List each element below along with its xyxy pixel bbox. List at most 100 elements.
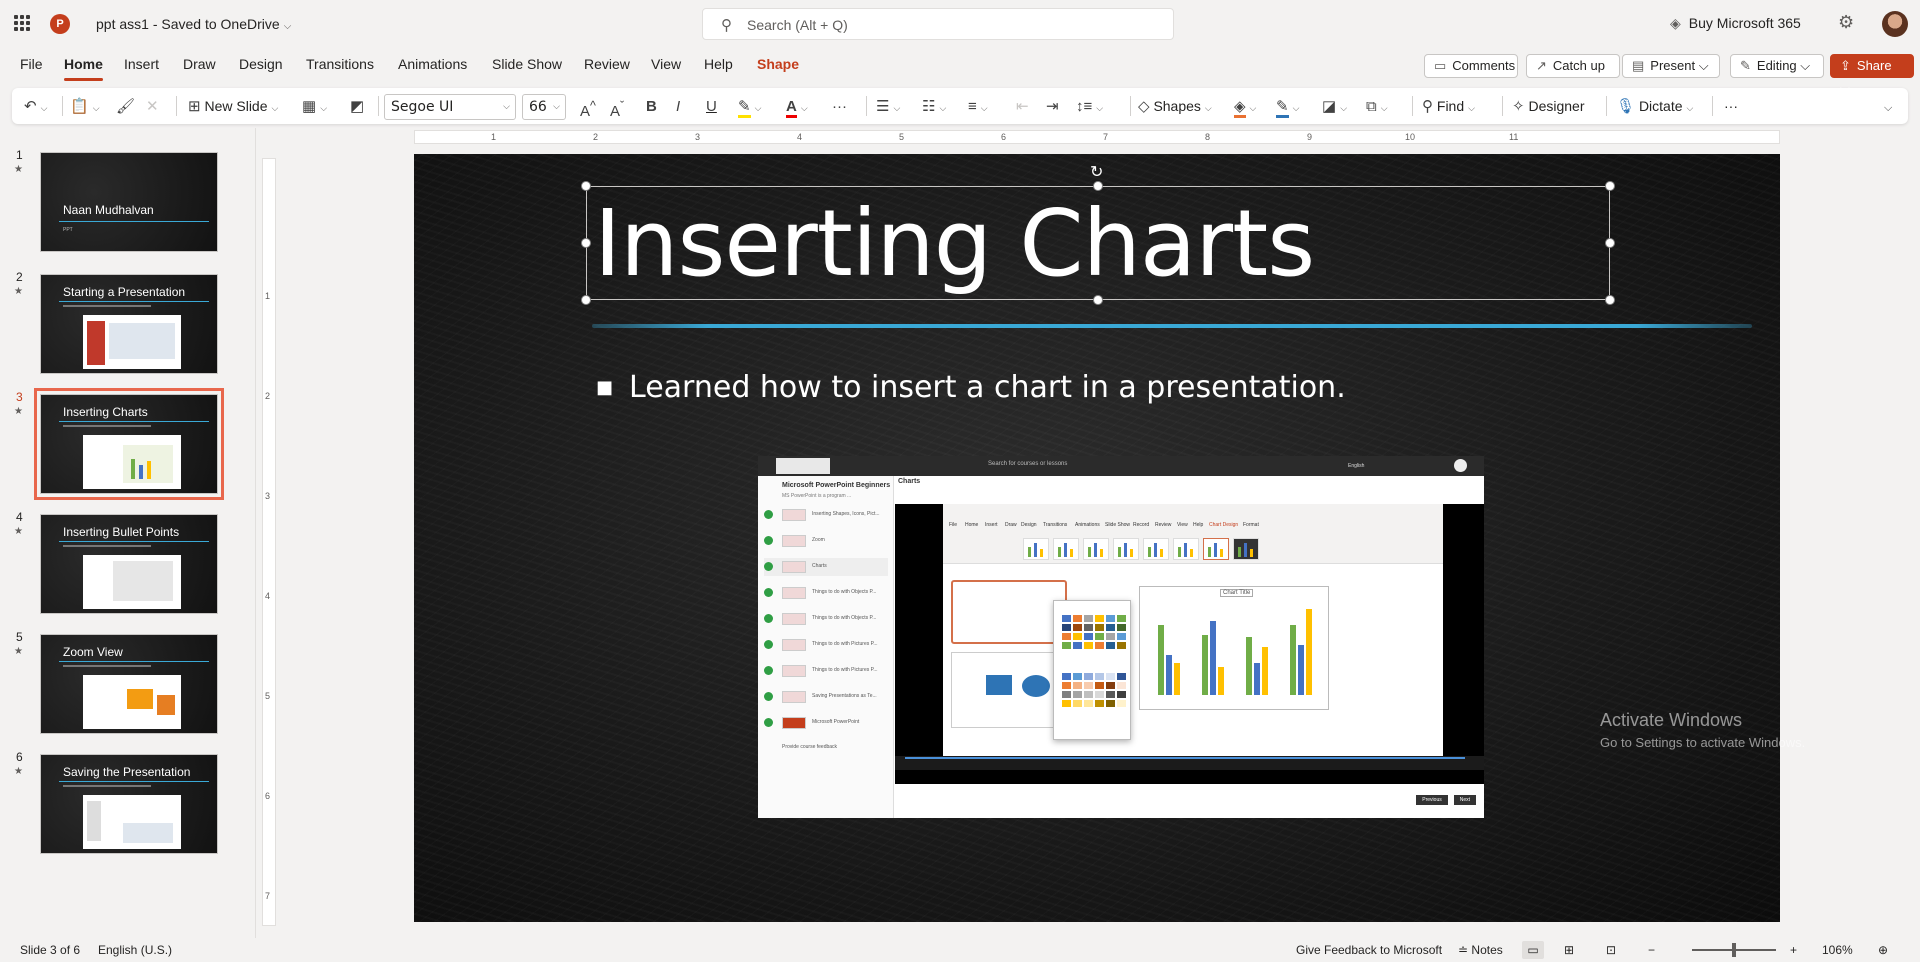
italic-button[interactable]: I (676, 94, 680, 118)
delete-button[interactable]: ✕ (146, 94, 159, 118)
separator (1502, 96, 1503, 116)
present-button[interactable]: ▤ Present ⌵ (1622, 54, 1720, 78)
embedded-screenshot-image[interactable]: Search for courses or lessons English Mi… (758, 456, 1484, 818)
tab-design[interactable]: Design (239, 56, 283, 72)
language-indicator[interactable]: English (U.S.) (98, 943, 172, 957)
comments-button[interactable]: ▭ Comments (1424, 54, 1518, 78)
avatar[interactable] (1882, 11, 1908, 37)
resize-handle[interactable] (581, 181, 591, 191)
slide-thumbnail-1[interactable]: Naan Mudhalvan PPT (40, 152, 218, 252)
tab-review[interactable]: Review (584, 56, 630, 72)
shape-fill-button[interactable]: ◈ ⌵ (1234, 94, 1256, 118)
editing-mode-button[interactable]: ✎ Editing ⌵ (1730, 54, 1824, 78)
embedded-tab: Insert (985, 522, 998, 528)
arrange-button[interactable]: ⧉ ⌵ (1366, 94, 1388, 118)
bullets-button[interactable]: ☰ ⌵ (876, 94, 900, 118)
pencil-icon: ✎ (1740, 58, 1751, 73)
resize-handle[interactable] (1605, 181, 1615, 191)
tab-insert[interactable]: Insert (124, 56, 159, 72)
tab-draw[interactable]: Draw (183, 56, 216, 72)
tab-shape[interactable]: Shape (757, 56, 799, 72)
ruler-mark: 6 (265, 791, 271, 801)
document-name[interactable]: ppt ass1 - Saved to OneDrive ⌵ (96, 16, 291, 32)
slide-number: 1 (16, 148, 23, 162)
highlight-button[interactable]: ✎ ⌵ (738, 94, 761, 118)
layout-button[interactable]: ▦ ⌵ (302, 94, 327, 118)
thumb-image (83, 675, 181, 729)
shapes-button[interactable]: ◇ Shapes ⌵ (1138, 94, 1212, 118)
numbering-button[interactable]: ☷ ⌵ (922, 94, 946, 118)
designer-button[interactable]: ✧ Designer (1512, 94, 1585, 118)
share-button[interactable]: ⇪Share ⌵ (1830, 54, 1914, 95)
dictate-button[interactable]: 🎙 Dictate ⌵ (1616, 94, 1693, 118)
reading-view-icon[interactable]: ⊡ (1606, 943, 1616, 957)
new-slide-button[interactable]: ⊞ New Slide ⌵ (188, 94, 278, 118)
more-icon: ··· (832, 98, 847, 115)
underline-button[interactable]: U (706, 94, 717, 118)
line-spacing-button[interactable]: ↕≡ ⌵ (1076, 94, 1103, 118)
slide-thumbnail-6[interactable]: Saving the Presentation (40, 754, 218, 854)
decrease-font-button[interactable]: Aˇ (610, 94, 624, 120)
embedded-slide-thumb (951, 580, 1067, 644)
tab-animations[interactable]: Animations (398, 56, 467, 72)
bold-button[interactable]: B (646, 94, 657, 118)
resize-handle[interactable] (1605, 238, 1615, 248)
slide-thumbnail-5[interactable]: Zoom View (40, 634, 218, 734)
slide-canvas[interactable]: ↻ Inserting Charts ■ Learned how to inser… (414, 154, 1780, 922)
buy-microsoft-365-link[interactable]: ◈ Buy Microsoft 365 (1670, 15, 1801, 32)
resize-handle[interactable] (581, 238, 591, 248)
ruler-mark: 3 (265, 491, 271, 501)
line-spacing-icon: ↕≡ (1076, 98, 1093, 115)
decrease-indent-button[interactable]: ⇤ (1016, 94, 1029, 118)
slide-bullet[interactable]: ■ Learned how to insert a chart in a pres… (596, 370, 1346, 405)
ruler-mark: 1 (491, 132, 497, 142)
background-button[interactable]: ◩ (350, 94, 364, 118)
ribbon-expand-chevron-icon[interactable]: ⌵ (1884, 94, 1892, 118)
app-launcher-icon[interactable] (14, 15, 30, 31)
resize-handle[interactable] (1605, 295, 1615, 305)
normal-view-icon[interactable]: ▭ (1522, 941, 1544, 959)
slide-sorter-icon[interactable]: ⊞ (1564, 943, 1574, 957)
slide-title[interactable]: Inserting Charts (594, 190, 1315, 297)
align-button[interactable]: ≡ ⌵ (968, 94, 988, 118)
feedback-link[interactable]: Give Feedback to Microsoft (1296, 943, 1442, 957)
font-name-dropdown[interactable]: Segoe UI ⌵ (384, 94, 516, 120)
zoom-out-icon[interactable]: − (1648, 943, 1655, 957)
slide-thumbnail-3[interactable]: Inserting Charts (34, 388, 224, 500)
tab-home[interactable]: Home (64, 56, 103, 81)
share-icon: ⇪ (1840, 58, 1851, 73)
undo-button[interactable]: ↶ ⌵ (24, 94, 47, 118)
increase-font-button[interactable]: A^ (580, 94, 596, 120)
catch-up-button[interactable]: ↗ Catch up (1526, 54, 1620, 78)
tab-slide-show[interactable]: Slide Show (492, 56, 562, 72)
format-painter-button[interactable]: 🖌 (116, 94, 135, 118)
search-box[interactable]: ⚲ Search (Alt + Q) (702, 8, 1174, 40)
list-item: Charts (764, 558, 888, 576)
fit-to-window-icon[interactable]: ⊕ (1878, 943, 1888, 957)
tab-view[interactable]: View (651, 56, 681, 72)
slide-thumbnail-4[interactable]: Inserting Bullet Points (40, 514, 218, 614)
rotate-handle-icon[interactable]: ↻ (1090, 162, 1103, 182)
more-font-options-button[interactable]: ··· (832, 94, 847, 118)
list-item: Things to do with Objects P... (764, 610, 888, 628)
slide-thumbnail-2[interactable]: Starting a Presentation (40, 274, 218, 374)
more-options-button[interactable]: ··· (1724, 94, 1738, 118)
resize-handle[interactable] (581, 295, 591, 305)
notes-button[interactable]: ≐ Notes (1458, 943, 1503, 957)
shape-outline-button[interactable]: ✎ ⌵ (1276, 94, 1299, 118)
tab-file[interactable]: File (20, 56, 43, 72)
zoom-percentage[interactable]: 106% (1822, 943, 1853, 957)
settings-gear-icon[interactable]: ⚙ (1838, 12, 1854, 33)
font-color-button[interactable]: A ⌵ (786, 94, 808, 118)
tab-transitions[interactable]: Transitions (306, 56, 374, 72)
zoom-in-icon[interactable]: + (1790, 943, 1797, 957)
font-size-dropdown[interactable]: 66 ⌵ (522, 94, 566, 120)
increase-indent-button[interactable]: ⇥ (1046, 94, 1059, 118)
tab-help[interactable]: Help (704, 56, 733, 72)
find-button[interactable]: ⚲ Find ⌵ (1422, 94, 1475, 118)
zoom-slider-thumb[interactable] (1732, 943, 1736, 957)
paste-button[interactable]: 📋 ⌵ (70, 94, 100, 118)
comment-icon: ▭ (1434, 58, 1447, 73)
star-icon: ★ (14, 406, 23, 417)
shape-effects-button[interactable]: ◪ ⌵ (1322, 94, 1347, 118)
